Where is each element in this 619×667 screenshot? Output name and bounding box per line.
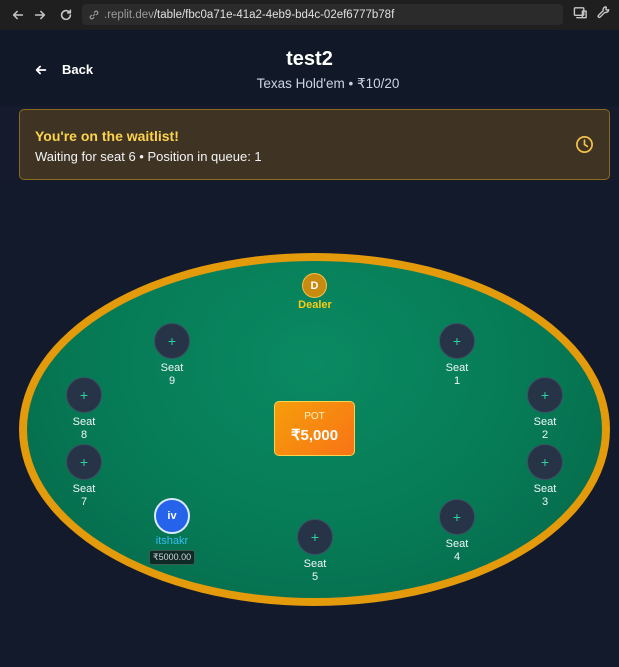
seat-label: Seat 9 (160, 362, 184, 387)
page-title: test2 (286, 48, 333, 70)
seat-label: Seat 4 (445, 538, 469, 563)
clock-icon (575, 135, 594, 154)
devices-icon[interactable] (573, 5, 588, 20)
plus-icon[interactable]: + (439, 323, 475, 359)
seat-2[interactable]: + Seat 2 (515, 377, 575, 442)
address-bar[interactable]: .replit.dev/table/fbc0a71e-41a2-4eb9-bd4… (82, 4, 563, 25)
avatar: iv (154, 498, 190, 534)
pot-box: POT ₹5,000 (274, 401, 355, 456)
waitlist-text: Waiting for seat 6 • Position in queue: … (35, 149, 262, 164)
seat-3[interactable]: + Seat 3 (515, 444, 575, 509)
player-stack: ₹5000.00 (148, 550, 196, 565)
plus-icon[interactable]: + (297, 519, 333, 555)
seat-label: Seat 8 (72, 416, 96, 441)
player-name: itshakr (155, 535, 189, 547)
plus-icon[interactable]: + (154, 323, 190, 359)
dealer-button-chip: D (302, 273, 327, 298)
waitlist-banner: You're on the waitlist! Waiting for seat… (19, 109, 610, 180)
plus-icon[interactable]: + (527, 444, 563, 480)
player-seat-6: iv itshakr ₹5000.00 (142, 498, 202, 565)
seat-label: Seat 2 (533, 416, 557, 441)
page-header: Back test2 Texas Hold'em • ₹10/20 (0, 30, 619, 106)
seat-8[interactable]: + Seat 8 (54, 377, 114, 442)
seat-label: Seat 5 (303, 558, 327, 583)
url-host: .replit.dev (104, 8, 154, 21)
browser-toolbar: .replit.dev/table/fbc0a71e-41a2-4eb9-bd4… (0, 0, 619, 30)
seat-1[interactable]: + Seat 1 (427, 323, 487, 388)
seat-label: Seat 3 (533, 483, 557, 508)
seat-label: Seat 7 (72, 483, 96, 508)
pot-value: ₹5,000 (290, 427, 339, 444)
reload-icon[interactable] (55, 4, 77, 26)
seat-label: Seat 1 (445, 362, 469, 387)
pot-label: POT (304, 411, 325, 422)
plus-icon[interactable]: + (439, 499, 475, 535)
seat-4[interactable]: + Seat 4 (427, 499, 487, 564)
plus-icon[interactable]: + (527, 377, 563, 413)
plus-icon[interactable]: + (66, 377, 102, 413)
dealer-label: Dealer (298, 299, 332, 311)
game-subtitle: Texas Hold'em • ₹10/20 (256, 76, 400, 91)
seat-5[interactable]: + Seat 5 (285, 519, 345, 584)
wrench-icon[interactable] (596, 5, 611, 20)
site-info-icon[interactable] (88, 9, 100, 21)
url-path: /table/fbc0a71e-41a2-4eb9-bd4c-02ef6777b… (153, 8, 395, 21)
seat-7[interactable]: + Seat 7 (54, 444, 114, 509)
browser-forward-icon[interactable] (29, 4, 51, 26)
browser-back-icon[interactable] (7, 4, 29, 26)
seat-9[interactable]: + Seat 9 (142, 323, 202, 388)
plus-icon[interactable]: + (66, 444, 102, 480)
waitlist-title: You're on the waitlist! (35, 128, 179, 144)
